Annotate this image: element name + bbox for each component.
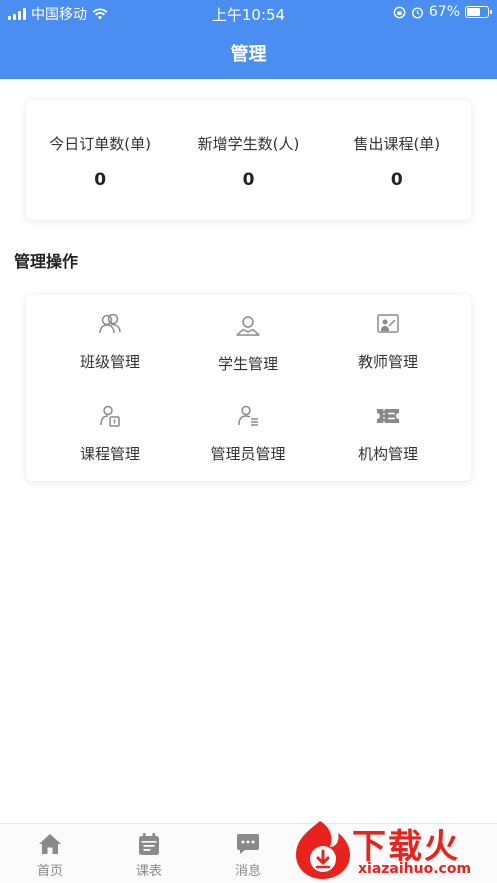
stat-label: 新增学生数(人) [197, 135, 300, 153]
op-course-management[interactable]: 课程管理 [36, 403, 184, 464]
status-right: 67% [393, 4, 492, 20]
op-class-management[interactable]: 班级管理 [36, 311, 184, 372]
battery-percent: 67% [428, 4, 460, 20]
stat-value: 0 [242, 170, 255, 190]
rotation-lock-icon [393, 6, 406, 18]
status-bar: 中国移动 上午10:54 67% [0, 0, 497, 26]
admin-user-icon [238, 405, 258, 426]
message-icon [237, 834, 259, 854]
page-title: 管理 [230, 44, 267, 65]
calendar-icon [139, 833, 159, 855]
op-student-management[interactable]: 学生管理 [174, 313, 322, 374]
institution-icon [377, 409, 399, 423]
operations-card: 班级管理 学生管理 教师管理 课程管理 管理员管理 机构管理 [26, 295, 471, 481]
course-icon [100, 405, 120, 427]
op-label: 管理员管理 [210, 445, 286, 463]
alarm-icon [411, 6, 423, 19]
watermark-subtitle: xiazaihuo.com [358, 861, 472, 877]
op-label: 课程管理 [79, 445, 140, 463]
tab-label: 课表 [135, 864, 162, 879]
op-admin-management[interactable]: 管理员管理 [174, 403, 322, 464]
stat-courses-sold[interactable]: 售出课程(单) 0 [323, 101, 471, 220]
tab-label: 消息 [234, 864, 261, 879]
stat-value: 0 [390, 170, 403, 190]
student-icon [236, 316, 260, 336]
stat-label: 售出课程(单) [353, 135, 441, 153]
stat-label: 今日订单数(单) [49, 135, 152, 153]
op-teacher-management[interactable]: 教师管理 [314, 311, 462, 372]
op-institution-management[interactable]: 机构管理 [314, 403, 462, 464]
tab-messages[interactable]: 消息 [198, 832, 298, 879]
class-group-icon [99, 313, 121, 334]
app-header: 中国移动 上午10:54 67% 管理 [0, 0, 497, 79]
op-label: 机构管理 [357, 445, 418, 463]
battery-icon [465, 6, 492, 18]
op-label: 学生管理 [217, 355, 278, 373]
stat-new-students[interactable]: 新增学生数(人) 0 [174, 101, 322, 220]
op-label: 班级管理 [79, 353, 140, 371]
home-icon [39, 834, 61, 854]
op-label: 教师管理 [357, 353, 418, 371]
stat-value: 0 [94, 170, 107, 190]
tab-home[interactable]: 首页 [0, 832, 100, 879]
watermark: 下载火 xiazaihuo.com [290, 815, 497, 883]
teacher-board-icon [377, 314, 399, 333]
stat-today-orders[interactable]: 今日订单数(单) 0 [26, 101, 174, 220]
tab-schedule[interactable]: 课表 [99, 832, 199, 879]
flame-logo-icon [296, 821, 350, 879]
section-title: 管理操作 [14, 252, 79, 271]
tab-label: 首页 [36, 864, 63, 879]
stats-card: 今日订单数(单) 0 新增学生数(人) 0 售出课程(单) 0 [26, 101, 471, 220]
